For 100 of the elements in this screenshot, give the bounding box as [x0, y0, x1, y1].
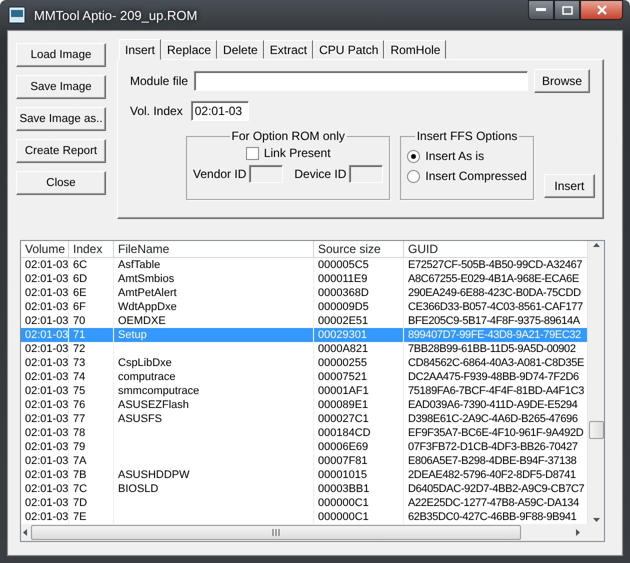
scroll-down-icon[interactable] [592, 518, 600, 522]
table-cell: 000000C1 [314, 496, 404, 510]
minimize-button[interactable] [528, 0, 554, 20]
table-cell: 7D [69, 496, 114, 510]
vertical-scrollbar[interactable] [587, 241, 604, 524]
table-cell: 6D [69, 272, 114, 286]
table-cell: 02:01-03 [21, 496, 69, 510]
table-cell: 02:01-03 [21, 328, 69, 342]
scroll-right-icon[interactable] [576, 529, 580, 536]
table-cell: 78 [69, 426, 114, 440]
scroll-up-icon[interactable] [592, 243, 600, 247]
table-cell: 000027C1 [314, 412, 404, 426]
table-cell: 000009D5 [314, 300, 404, 314]
side-button[interactable]: Create Report [16, 139, 106, 163]
table-cell: 02:01-03 [21, 468, 69, 482]
field-label: Module file [130, 74, 188, 88]
table-cell: AmtPetAlert [114, 286, 314, 300]
side-button[interactable]: Load Image [16, 43, 106, 67]
table-cell: ASUSHDDPW [114, 468, 314, 482]
side-button[interactable]: Close [16, 171, 106, 195]
table-cell: computrace [114, 370, 314, 384]
table-cell: 00000255 [314, 356, 404, 370]
window-title: MMTool Aptio- 209_up.ROM [34, 8, 198, 22]
table-cell: 000184CD [314, 426, 404, 440]
table-cell: ASUSEZFlash [114, 398, 314, 412]
table-cell: 7C [69, 482, 114, 496]
table-cell: 7A [69, 454, 114, 468]
column-header[interactable]: FileName [114, 241, 314, 257]
table-cell: 02:01-03 [21, 398, 69, 412]
table-cell: 02:01-03 [21, 384, 69, 398]
table-cell: 74 [69, 370, 114, 384]
field-label: Vendor ID [193, 167, 246, 181]
vol-index-field[interactable]: 02:01-03 [190, 101, 249, 121]
table-cell: BIOSLD [114, 482, 314, 496]
table-cell: AsfTable [114, 258, 314, 272]
table-cell: 76 [69, 398, 114, 412]
table-cell: 6E [69, 286, 114, 300]
close-icon [596, 5, 606, 15]
minimize-icon [536, 8, 546, 12]
grip-icon [272, 529, 280, 536]
browse-button[interactable]: Browse [534, 69, 590, 93]
link-present-checkbox[interactable] [246, 146, 259, 160]
tab[interactable]: Replace [161, 40, 218, 59]
tab[interactable]: RomHole [384, 40, 446, 59]
table-cell: 79 [69, 440, 114, 454]
table-cell: 02:01-03 [21, 440, 69, 454]
table-cell: 02:01-03 [21, 272, 69, 286]
table-cell: 00006E69 [314, 440, 404, 454]
table-cell: 6C [69, 258, 114, 272]
radio-label: Insert Compressed [425, 169, 527, 183]
table-cell: 02:01-03 [21, 412, 69, 426]
tab[interactable]: Insert [119, 39, 162, 60]
table-cell: 000011E9 [314, 272, 404, 286]
table-cell: 02:01-03 [21, 300, 69, 314]
tab[interactable]: CPU Patch [313, 40, 384, 59]
app-icon [8, 6, 26, 24]
field-label: Vol. Index [130, 104, 183, 118]
table-cell: 73 [69, 356, 114, 370]
insert-button[interactable]: Insert [544, 174, 595, 198]
table-cell: 00001AF1 [314, 384, 404, 398]
side-button[interactable]: Save Image as.. [16, 107, 106, 131]
column-header[interactable]: Volume [21, 241, 69, 257]
table-cell: 02:01-03 [21, 370, 69, 384]
table-cell: 0000368D [314, 286, 404, 300]
radio-button[interactable] [407, 150, 420, 162]
side-button[interactable]: Save Image [16, 75, 106, 99]
table-cell: 75 [69, 384, 114, 398]
scroll-thumb[interactable] [31, 525, 521, 540]
table-cell: 02:01-03 [21, 286, 69, 300]
scroll-thumb[interactable] [588, 421, 604, 439]
maximize-button[interactable] [554, 0, 580, 20]
radio-label: Insert As is [425, 149, 484, 163]
table-cell: 77 [69, 412, 114, 426]
device-id-field[interactable] [349, 165, 384, 183]
module-file-field[interactable] [194, 71, 528, 91]
table-cell: 6F [69, 300, 114, 314]
column-header[interactable]: Index [69, 241, 114, 257]
tab[interactable]: Delete [217, 40, 264, 59]
table-cell: AmtSmbios [114, 272, 314, 286]
column-header[interactable]: Source size [314, 241, 404, 257]
table-cell: 02:01-03 [21, 426, 69, 440]
radio-button[interactable] [407, 170, 420, 182]
table-cell: 02:01-03 [21, 342, 69, 356]
tab[interactable]: Extract [264, 40, 314, 59]
table-cell: 000005C5 [314, 258, 404, 272]
horizontal-scrollbar[interactable] [21, 524, 604, 541]
scroll-left-icon[interactable] [23, 529, 27, 536]
table-cell: 000089E1 [314, 398, 404, 412]
group-title: For Option ROM only [230, 129, 346, 143]
close-button[interactable] [580, 0, 623, 20]
table-cell: 02:01-03 [21, 454, 69, 468]
table-cell: 00029301 [314, 328, 404, 342]
vendor-id-field[interactable] [249, 165, 284, 183]
table-cell: Setup [114, 328, 314, 342]
table-cell: ASUSFS [114, 412, 314, 426]
table-cell: smmcomputrace [114, 384, 314, 398]
table-cell: 71 [69, 328, 114, 342]
table-cell: 00007521 [314, 370, 404, 384]
table-cell: 00007F81 [314, 454, 404, 468]
table-cell: 7B [69, 468, 114, 482]
